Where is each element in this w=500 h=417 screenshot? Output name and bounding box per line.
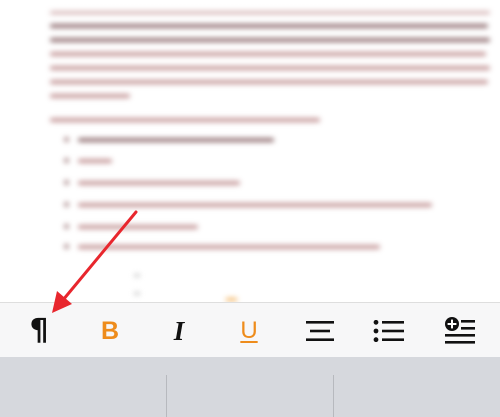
text-line (50, 94, 130, 98)
insert-plus-icon (445, 317, 475, 344)
list-item (78, 138, 274, 142)
blurred-document-text (0, 0, 500, 302)
list-bullet (64, 158, 69, 163)
align-button[interactable] (297, 309, 343, 353)
text-line (50, 52, 486, 56)
text-line (50, 66, 490, 70)
list-bullet (64, 180, 69, 185)
list-item (78, 203, 432, 207)
text-fragment (134, 274, 140, 277)
text-line (50, 24, 488, 28)
list-bullet (64, 137, 69, 142)
list-item (78, 181, 240, 185)
bullet-list-icon (373, 320, 404, 342)
formatting-toolbar: ¶ B I U (0, 302, 500, 358)
list-bullet (64, 202, 69, 207)
cursor-marker (226, 298, 237, 301)
list-bullet (64, 244, 69, 249)
bold-button[interactable]: B (87, 309, 133, 353)
underline-icon: U (240, 317, 258, 344)
insert-button[interactable] (437, 309, 483, 353)
bottom-panel (0, 357, 500, 417)
list-bullet (64, 224, 69, 229)
italic-button[interactable]: I (156, 309, 202, 353)
text-line (50, 118, 320, 122)
bold-icon: B (100, 316, 120, 345)
list-item (78, 159, 112, 163)
top-fade (0, 0, 500, 20)
list-button[interactable] (366, 309, 412, 353)
document-content[interactable] (0, 0, 500, 302)
text-line (50, 38, 490, 42)
paragraph-style-button[interactable]: ¶ (16, 309, 62, 353)
underline-button[interactable]: U (226, 309, 272, 353)
align-center-icon (306, 321, 334, 341)
list-item (78, 245, 380, 249)
text-line (50, 80, 488, 84)
divider (166, 375, 167, 417)
text-fragment (134, 292, 140, 295)
italic-icon: I (173, 315, 185, 346)
list-item (78, 225, 198, 229)
paragraph-icon: ¶ (29, 313, 49, 348)
divider (333, 375, 334, 417)
